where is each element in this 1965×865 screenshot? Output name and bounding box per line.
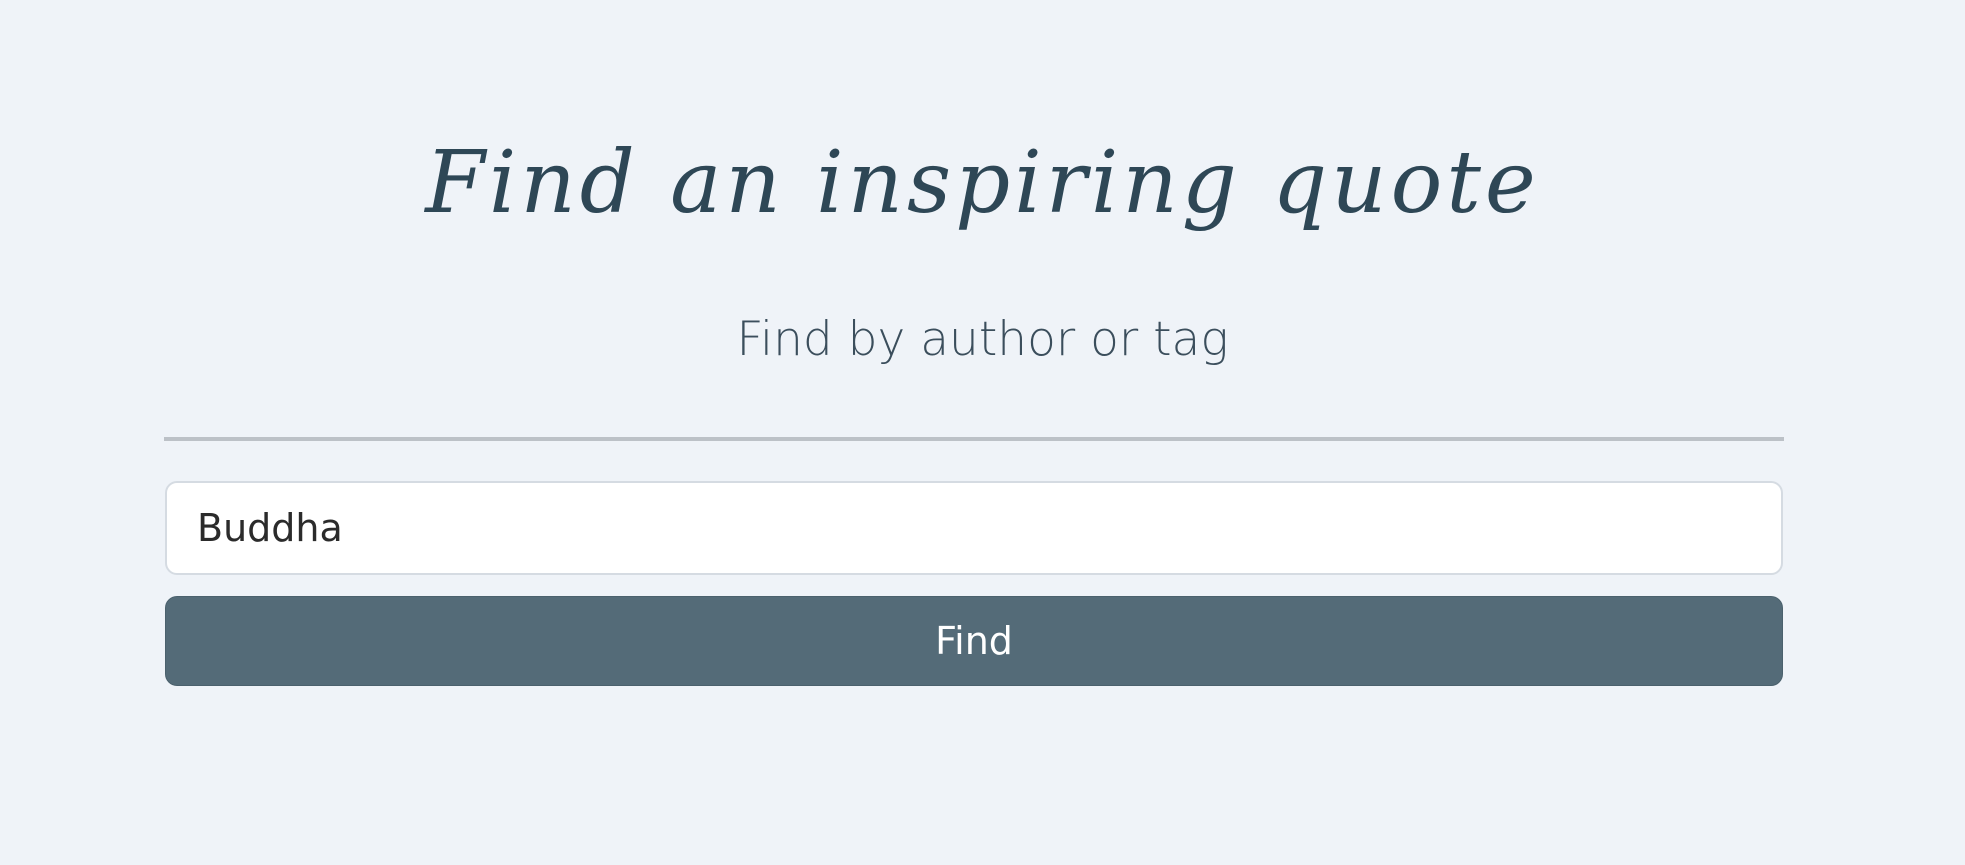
search-input[interactable] bbox=[165, 481, 1783, 575]
divider bbox=[164, 437, 1784, 441]
quote-finder-page: Find an inspiring quote Find by author o… bbox=[0, 0, 1965, 865]
find-button[interactable]: Find bbox=[165, 596, 1783, 686]
page-subtitle: Find by author or tag bbox=[736, 312, 1229, 367]
page-title: Find an inspiring quote bbox=[425, 133, 1540, 233]
